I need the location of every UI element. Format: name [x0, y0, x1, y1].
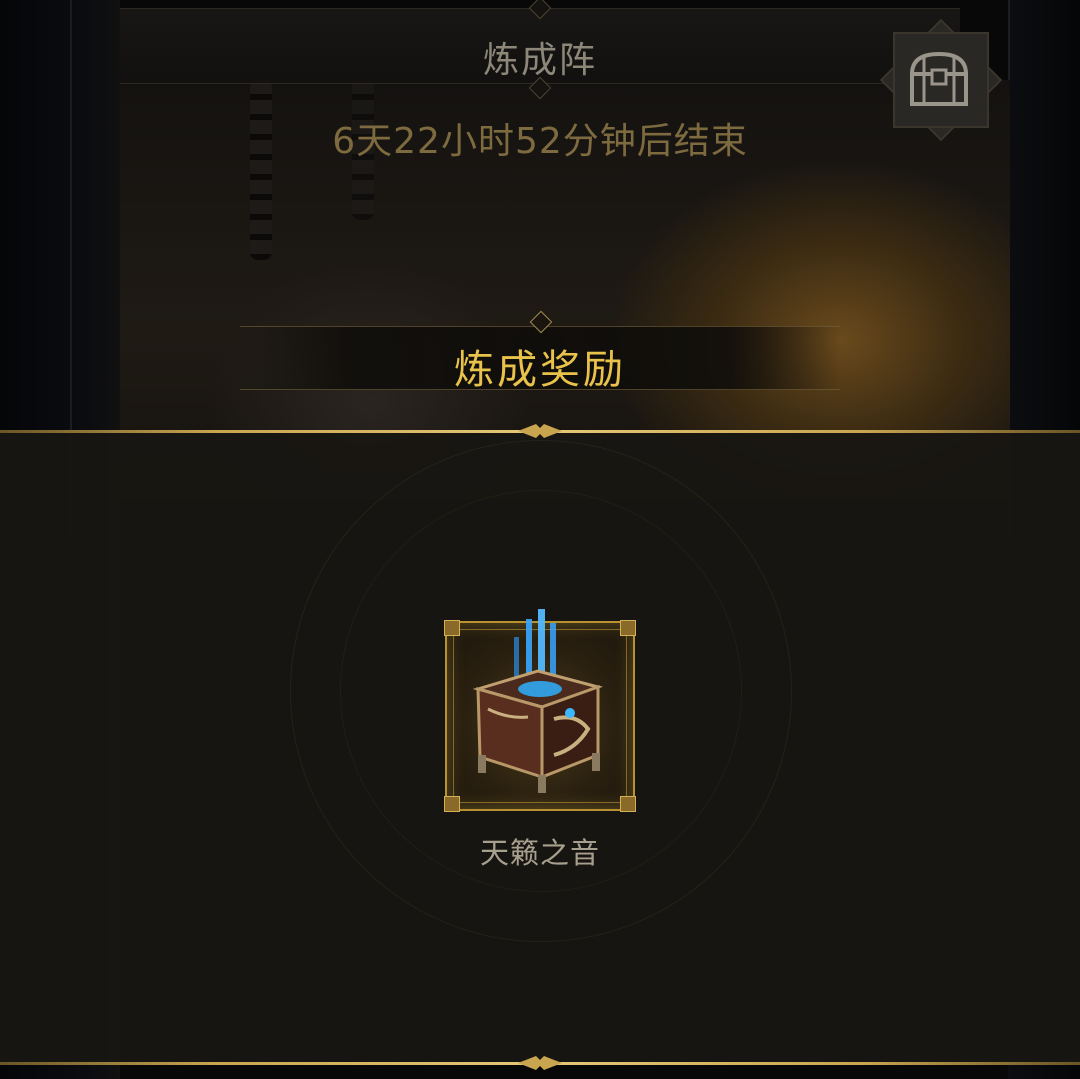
event-countdown: 6天22小时52分钟后结束 [332, 121, 748, 162]
reward-item-name: 天籁之音 [479, 836, 600, 870]
alchemy-screen: 炼成阵 6天22小时52分钟后结束 炼成奖励 天籁之音 [0, 0, 1080, 1079]
page-title: 炼成阵 [482, 40, 597, 81]
border-ornament [518, 1056, 562, 1070]
treasure-chest-icon [909, 51, 969, 106]
reward-item-slot[interactable] [444, 609, 636, 812]
frame-corner [620, 796, 636, 812]
border-ornament [518, 424, 562, 438]
reward-section-header: 炼成奖励 [240, 326, 840, 393]
glowing-chest-icon [472, 609, 604, 793]
hanging-chain [250, 80, 272, 260]
frame-corner [620, 620, 636, 636]
reward-section-title: 炼成奖励 [454, 347, 626, 393]
title-bar: 炼成阵 [120, 8, 960, 84]
